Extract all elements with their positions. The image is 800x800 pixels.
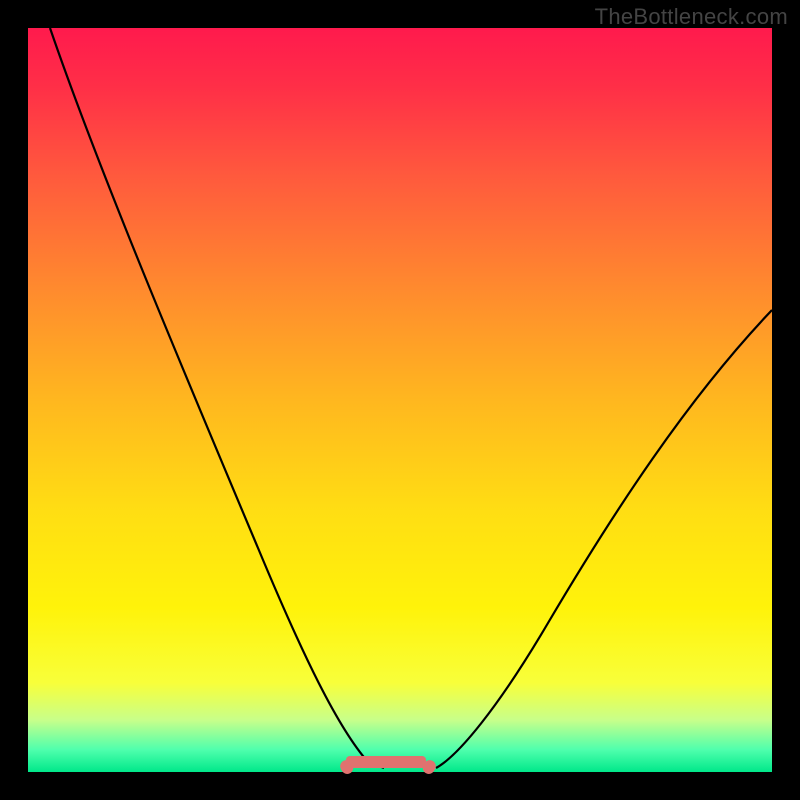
watermark-text: TheBottleneck.com <box>595 4 788 30</box>
right-curve <box>436 310 772 768</box>
accent-bar-flat <box>346 756 426 768</box>
chart-frame: TheBottleneck.com <box>0 0 800 800</box>
bottleneck-curve <box>28 28 772 772</box>
chart-plot-area <box>28 28 772 772</box>
left-curve <box>50 28 384 768</box>
